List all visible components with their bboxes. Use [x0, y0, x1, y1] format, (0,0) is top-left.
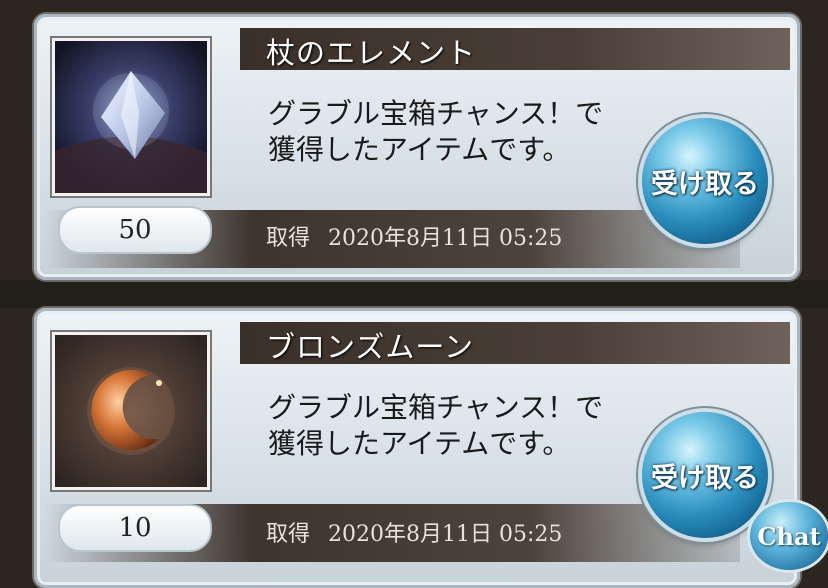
quantity-badge: 10: [58, 504, 212, 552]
receive-button[interactable]: 受け取る: [642, 118, 768, 244]
chat-button[interactable]: Chat: [750, 502, 828, 570]
acquired-info: 取得 2020年8月11日 05:25: [266, 220, 562, 252]
acquired-date: 2020年8月11日 05:25: [328, 522, 563, 547]
item-card: ブロンズムーン グラブル宝箱チャンス！で 獲得したアイテムです。 10 取得 2…: [34, 308, 800, 588]
crystal-element-icon: [52, 38, 210, 196]
receive-button[interactable]: 受け取る: [642, 412, 768, 538]
acquired-date: 2020年8月11日 05:25: [328, 226, 563, 251]
item-name: ブロンズムーン: [266, 330, 474, 364]
item-card: 杖のエレメント グラブル宝箱チャンス！で 獲得したアイテムです。 50 取得 2…: [34, 14, 800, 280]
item-name: 杖のエレメント: [266, 36, 477, 70]
bronze-moon-icon: [52, 332, 210, 490]
acquired-info: 取得 2020年8月11日 05:25: [266, 516, 562, 548]
acquired-label: 取得: [266, 522, 311, 547]
quantity-badge: 50: [58, 206, 212, 254]
acquired-label: 取得: [266, 226, 311, 251]
background-divider: [0, 280, 828, 308]
item-description: グラブル宝箱チャンス！で 獲得したアイテムです。: [268, 391, 604, 460]
item-description: グラブル宝箱チャンス！で 獲得したアイテムです。: [268, 97, 604, 166]
